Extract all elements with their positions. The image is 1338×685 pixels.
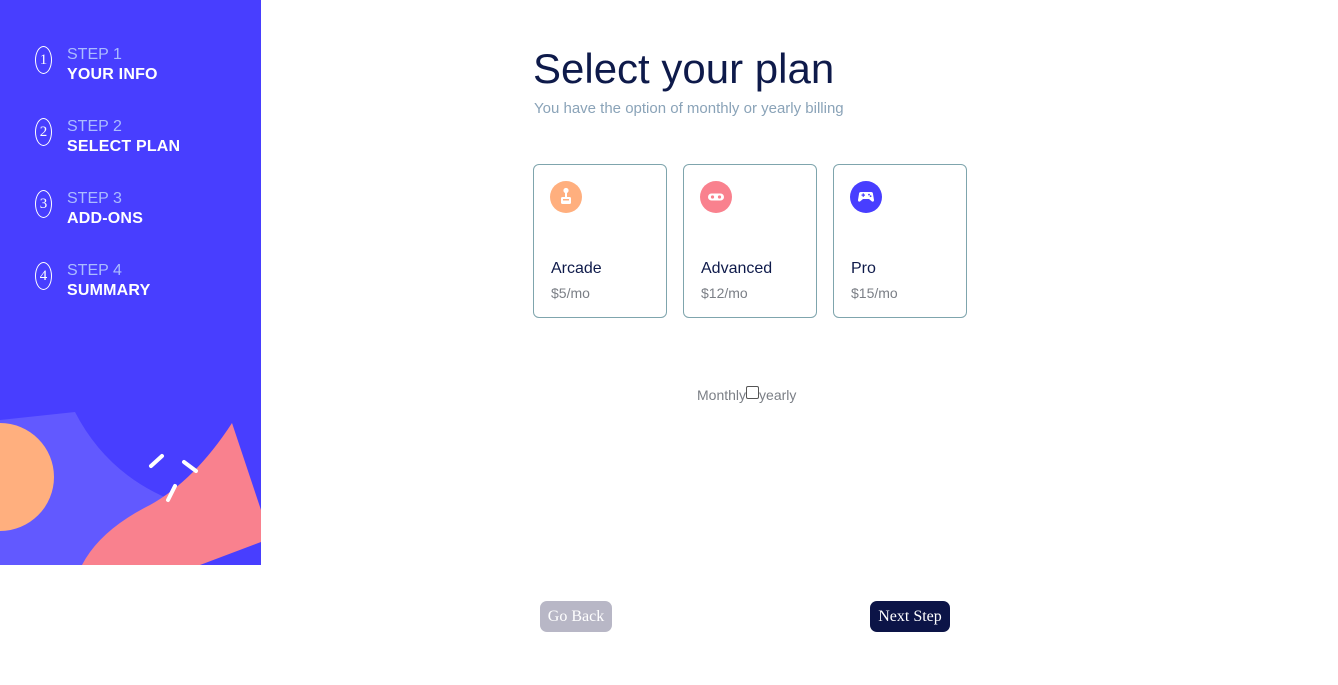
step-label: STEP 1	[67, 46, 122, 63]
step-number: 4	[35, 262, 52, 290]
page-subtitle: You have the option of monthly or yearly…	[534, 100, 844, 117]
plan-name: Pro	[851, 260, 876, 277]
arcade-icon	[550, 181, 582, 213]
step-4: 4 STEP 4 SUMMARY	[35, 262, 255, 302]
step-label: STEP 3	[67, 190, 122, 207]
plan-card-pro[interactable]: Pro $15/mo	[833, 164, 967, 318]
step-title: SELECT PLAN	[67, 138, 181, 155]
billing-monthly-label: Monthly	[697, 387, 747, 403]
step-title: ADD-ONS	[67, 210, 144, 227]
advanced-icon	[700, 181, 732, 213]
plan-card-advanced[interactable]: Advanced $12/mo	[683, 164, 817, 318]
go-back-button[interactable]: Go Back	[540, 601, 612, 632]
pro-icon	[850, 181, 882, 213]
step-number: 2	[35, 118, 52, 146]
step-3: 3 STEP 3 ADD-ONS	[35, 190, 255, 230]
billing-toggle: Monthly yearly	[697, 385, 796, 405]
step-1: 1 STEP 1 YOUR INFO	[35, 46, 255, 86]
billing-yearly-label: yearly	[759, 387, 797, 403]
step-2: 2 STEP 2 SELECT PLAN	[35, 118, 255, 158]
plan-name: Advanced	[701, 260, 773, 277]
step-number: 3	[35, 190, 52, 218]
billing-checkbox[interactable]	[746, 385, 760, 399]
plan-card-arcade[interactable]: Arcade $5/mo	[533, 164, 667, 318]
step-number: 1	[35, 46, 52, 74]
step-label: STEP 4	[67, 262, 122, 279]
plan-price: $15/mo	[851, 285, 898, 301]
plan-price: $12/mo	[701, 285, 748, 301]
page-title: Select your plan	[533, 45, 835, 92]
sidebar: 1 STEP 1 YOUR INFO 2 STEP 2 SELECT PLAN …	[0, 0, 261, 565]
step-label: STEP 2	[67, 118, 122, 135]
next-step-button[interactable]: Next Step	[870, 601, 950, 632]
plan-name: Arcade	[551, 260, 602, 277]
step-title: YOUR INFO	[67, 66, 158, 83]
plan-price: $5/mo	[551, 285, 590, 301]
step-title: SUMMARY	[67, 282, 151, 299]
